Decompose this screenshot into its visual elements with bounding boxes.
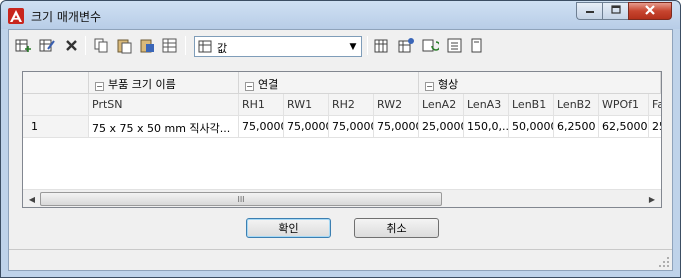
table-cell[interactable]: 75,0000	[329, 116, 374, 138]
table-row[interactable]: 1 75 x 75 x 50 mm 직사각... 75,0000 75,0000…	[23, 116, 661, 138]
ok-button[interactable]: 확인	[246, 218, 331, 238]
table-cell[interactable]: 62,5000	[599, 116, 649, 138]
close-icon	[644, 4, 656, 19]
column-header[interactable]: RH2	[329, 94, 374, 116]
edit-size-icon[interactable]	[39, 37, 56, 54]
dialog-client-area: 값 ▼ − 부품 크기 이름 − 연결 − 형상 PrtSN RH1 RW1 R…	[8, 29, 673, 271]
group-header[interactable]: − 부품 크기 이름	[89, 72, 239, 94]
scroll-right-icon[interactable]: ▶	[645, 192, 659, 206]
paste-special-icon[interactable]	[139, 37, 156, 54]
scrollbar-thumb[interactable]: III	[40, 192, 442, 206]
column-header-row: PrtSN RH1 RW1 RH2 RW2 LenA2 LenA3 LenB1 …	[23, 94, 661, 116]
minimize-button[interactable]	[576, 2, 602, 20]
table-cell[interactable]: 75,0000	[374, 116, 419, 138]
autocad-logo-icon	[8, 8, 24, 24]
column-header[interactable]: WPOf1	[599, 94, 649, 116]
delete-icon[interactable]	[63, 37, 80, 54]
group-header[interactable]: − 형상	[419, 72, 661, 94]
maximize-icon	[610, 4, 621, 18]
maximize-button[interactable]	[602, 2, 628, 20]
export-icon[interactable]	[446, 37, 463, 54]
group-header[interactable]: − 연결	[239, 72, 419, 94]
column-header[interactable]: Fa	[649, 94, 661, 116]
column-header[interactable]: RW2	[374, 94, 419, 116]
table-cell[interactable]: 25	[649, 116, 661, 138]
column-header[interactable]: LenB1	[509, 94, 554, 116]
column-header[interactable]: LenA3	[464, 94, 509, 116]
collapse-icon[interactable]: −	[95, 82, 104, 91]
parameter-grid: − 부품 크기 이름 − 연결 − 형상 PrtSN RH1 RW1 RH2 RW2 …	[22, 71, 662, 208]
table-cell[interactable]: 75,0000	[239, 116, 284, 138]
group-header-row: − 부품 크기 이름 − 연결 − 형상	[23, 72, 661, 94]
column-header[interactable]: LenA2	[419, 94, 464, 116]
table-cell[interactable]: 150,0,...	[464, 116, 509, 138]
close-button[interactable]	[628, 2, 672, 20]
minimize-icon	[585, 5, 595, 18]
column-header[interactable]: PrtSN	[89, 94, 239, 116]
book-icon[interactable]	[468, 37, 485, 54]
table-cell[interactable]: 25,0000	[419, 116, 464, 138]
copy-icon[interactable]	[93, 37, 110, 54]
paste-icon[interactable]	[116, 37, 133, 54]
collapse-icon[interactable]: −	[425, 82, 434, 91]
column-header[interactable]: RW1	[284, 94, 329, 116]
resize-grip-icon[interactable]	[658, 256, 670, 268]
add-column-icon[interactable]	[374, 37, 391, 54]
status-bar	[9, 249, 672, 270]
dropdown-arrow-icon[interactable]: ▼	[345, 37, 361, 56]
window-title: 크기 매개변수	[31, 10, 102, 24]
scroll-left-icon[interactable]: ◀	[25, 192, 39, 206]
table-cell[interactable]: 75 x 75 x 50 mm 직사각...	[89, 116, 239, 138]
refresh-icon[interactable]	[422, 37, 439, 54]
table-cell[interactable]: 6,2500	[554, 116, 599, 138]
table-cell[interactable]: 75,0000	[284, 116, 329, 138]
row-number-header	[23, 94, 89, 116]
combo-value: 값	[217, 42, 228, 55]
table-cell[interactable]: 50,0000	[509, 116, 554, 138]
toolbar: 값 ▼	[9, 30, 672, 60]
corner-header	[23, 72, 89, 94]
row-number[interactable]: 1	[23, 116, 89, 138]
add-parameter-icon[interactable]	[398, 37, 415, 54]
value-type-icon	[198, 39, 214, 57]
column-header[interactable]: RH1	[239, 94, 284, 116]
horizontal-scrollbar[interactable]: ◀ III ▶	[23, 189, 661, 207]
column-header[interactable]: LenB2	[554, 94, 599, 116]
table-icon[interactable]	[161, 37, 178, 54]
cancel-button[interactable]: 취소	[354, 218, 439, 238]
value-view-combo[interactable]: 값 ▼	[194, 36, 362, 57]
title-bar[interactable]: 크기 매개변수	[1, 1, 680, 29]
new-size-icon[interactable]	[15, 37, 32, 54]
collapse-icon[interactable]: −	[245, 82, 254, 91]
dialog-window: 크기 매개변수 값 ▼ − 부품 크기 이름 − 연결 − 형상 PrtSN R…	[0, 0, 681, 278]
